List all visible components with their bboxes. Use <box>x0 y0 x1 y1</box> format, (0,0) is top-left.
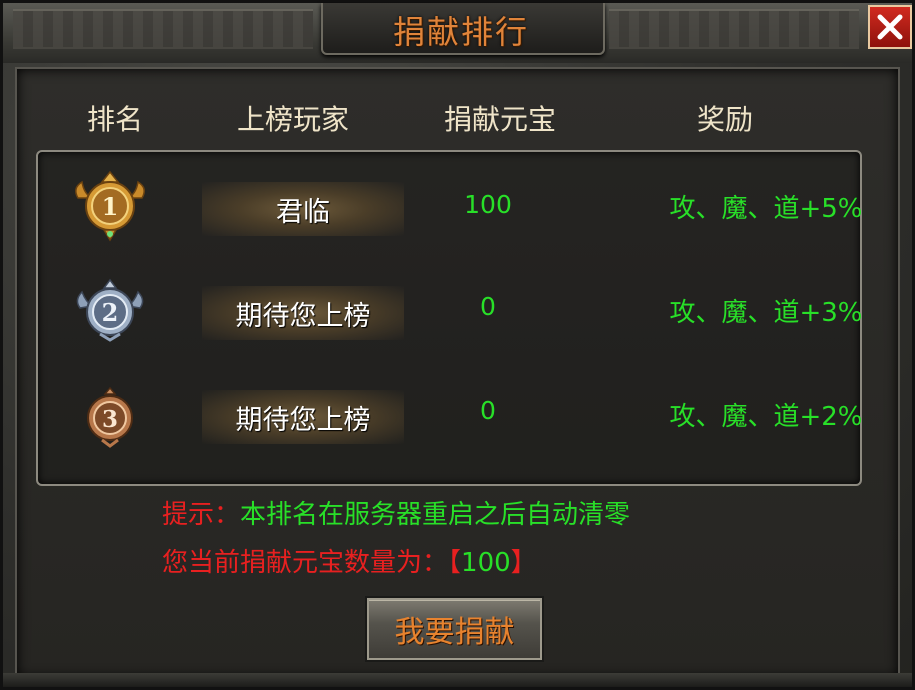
tip-label: 提示： <box>162 500 241 530</box>
donated-line: 您当前捐献元宝数量为：【100】 <box>162 542 537 579</box>
player-name: 期待您上榜 <box>235 404 371 436</box>
header-amount: 捐献元宝 <box>443 103 556 136</box>
table-row: 2 期待您上榜 0 攻、魔、道+3% <box>0 262 915 362</box>
bracket-open: 【 <box>448 548 462 578</box>
header-reward: 奖励 <box>696 103 753 136</box>
tip-text: 本排名在服务器重启之后自动清零 <box>240 500 631 530</box>
bracket-close: 】 <box>510 548 537 578</box>
close-button[interactable] <box>868 5 912 49</box>
donation-amount: 0 <box>480 292 496 321</box>
donated-value: 100 <box>461 548 511 578</box>
svg-text:2: 2 <box>102 298 119 327</box>
frame-ornament-right <box>609 9 859 49</box>
reward-text: 攻、魔、道+5% <box>669 194 863 224</box>
reward-text: 攻、魔、道+2% <box>669 402 863 432</box>
gold-medal-icon: 1 <box>75 170 145 242</box>
donated-label: 您当前捐献元宝数量为： <box>162 548 449 578</box>
reward-text: 攻、魔、道+3% <box>669 298 863 328</box>
donation-amount: 100 <box>464 190 512 219</box>
player-name: 期待您上榜 <box>235 300 371 332</box>
player-name: 君临 <box>276 196 330 228</box>
svg-text:3: 3 <box>102 406 118 433</box>
table-row: 3 期待您上榜 0 攻、魔、道+2% <box>0 366 915 466</box>
player-name-plate: 君临 <box>202 182 404 236</box>
tip-line: 提示：本排名在服务器重启之后自动清零 <box>162 494 630 531</box>
donate-button[interactable]: 我要捐献 <box>367 598 542 660</box>
frame-ornament-left <box>13 9 313 49</box>
dialog-title: 捐献排行 <box>392 13 529 51</box>
header-rank: 排名 <box>86 103 143 136</box>
bronze-medal-icon: 3 <box>87 386 133 448</box>
donation-amount: 0 <box>480 396 496 425</box>
player-name-plate: 期待您上榜 <box>202 286 404 340</box>
close-icon <box>877 14 903 40</box>
player-name-plate: 期待您上榜 <box>202 390 404 444</box>
svg-text:1: 1 <box>102 192 119 221</box>
table-row: 1 君临 100 攻、魔、道+5% <box>0 158 915 258</box>
silver-medal-icon: 2 <box>76 278 144 342</box>
header-player: 上榜玩家 <box>236 103 349 136</box>
